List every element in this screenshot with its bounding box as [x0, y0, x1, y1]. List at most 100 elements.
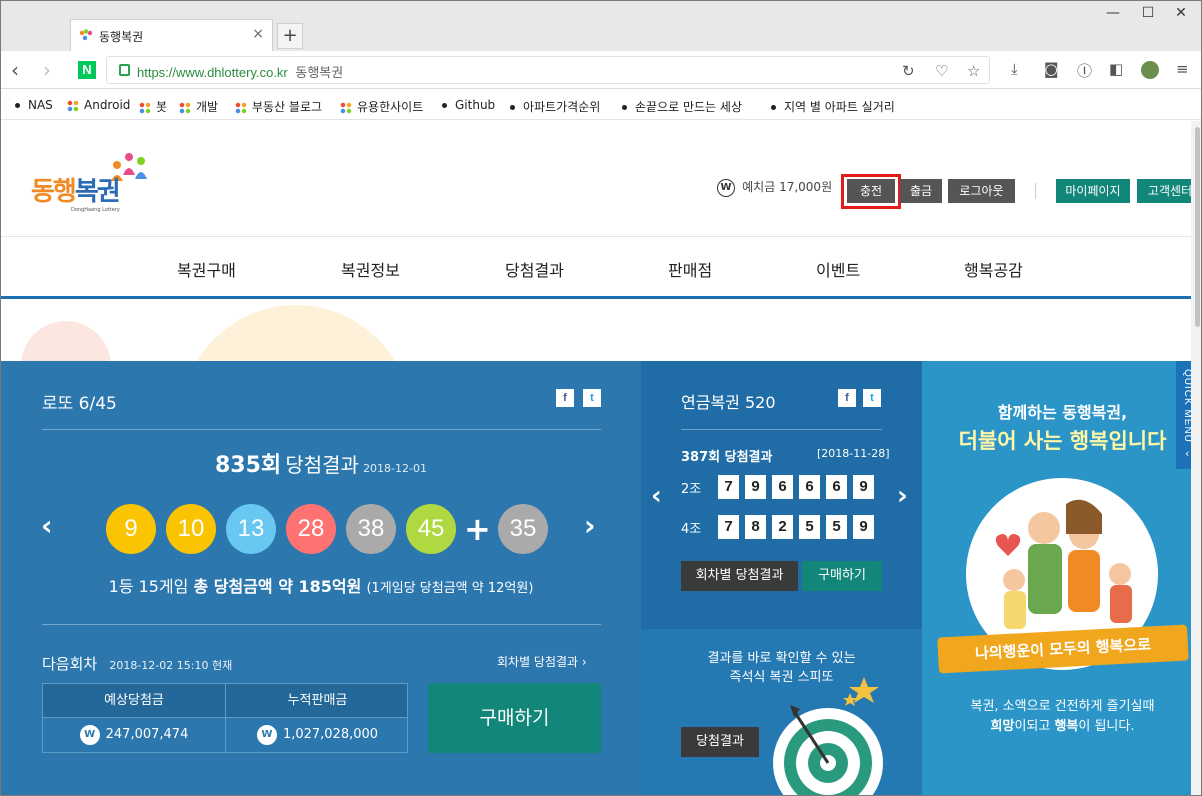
- bullet-icon: [622, 105, 627, 110]
- profile-avatar[interactable]: [1141, 61, 1159, 79]
- lotto-buy-button[interactable]: 구매하기: [428, 683, 601, 753]
- facebook-icon[interactable]: f: [556, 389, 574, 407]
- twitter-icon[interactable]: t: [583, 389, 601, 407]
- download-icon[interactable]: ⤓: [1011, 60, 1018, 78]
- bookmark-label: 손끝으로 만드는 세상: [635, 100, 742, 114]
- bookmark-item[interactable]: Android: [67, 98, 130, 112]
- logout-button[interactable]: 로그아웃: [948, 179, 1015, 203]
- bookmark-item[interactable]: 봇: [139, 98, 167, 115]
- highlight-box: [841, 174, 901, 209]
- happy-description: 복권, 소액으로 건전하게 즐기실때 희망이되고 행복이 됩니다.: [970, 699, 1155, 734]
- pocket-icon[interactable]: ♡: [935, 62, 948, 80]
- lotto-ball: 9: [106, 504, 156, 554]
- prev-pension-icon[interactable]: ‹: [651, 481, 662, 511]
- lotto-ball: 13: [226, 504, 276, 554]
- pension-digit: 6: [799, 475, 820, 499]
- bookmark-item[interactable]: 개발: [179, 98, 218, 115]
- nav-item-info[interactable]: 복권정보: [341, 257, 400, 281]
- scrollbar[interactable]: [1191, 121, 1201, 795]
- happy-line2: 더불어 사는 행복입니다: [958, 429, 1167, 453]
- pension-digit: 9: [853, 515, 874, 539]
- prize-table-header: 예상당첨금 누적판매금: [42, 683, 408, 718]
- bookmark-label: NAS: [28, 98, 53, 112]
- bookmark-item[interactable]: 부동산 블로그: [235, 98, 322, 115]
- nav-item-results[interactable]: 당첨결과: [505, 257, 564, 281]
- divider: [42, 429, 601, 430]
- expected-prize-label: 예상당첨금: [43, 684, 226, 718]
- chevron-left-icon: ‹: [1185, 447, 1190, 460]
- lotto-ball: 38: [346, 504, 396, 554]
- bookmark-item[interactable]: 유용한사이트: [340, 98, 423, 115]
- title-bar: 동행복권 × + — ☐ ✕: [1, 1, 1201, 52]
- pension-digit: 7: [718, 515, 739, 539]
- reload-icon[interactable]: ↻: [902, 62, 915, 80]
- next-round-info: 다음회차 2018-12-02 15:10 현재: [42, 655, 233, 673]
- menu-icon[interactable]: ≡: [1176, 60, 1189, 78]
- divider: [681, 429, 882, 430]
- bookmark-item[interactable]: NAS: [15, 98, 53, 112]
- url-bar[interactable]: https://www.dhlottery.co.kr 동행복권 ↻ ♡ ☆: [106, 56, 990, 84]
- prev-round-icon[interactable]: ‹: [41, 509, 53, 542]
- forward-icon[interactable]: ›: [43, 58, 51, 82]
- nav-item-stores[interactable]: 판매점: [668, 257, 712, 281]
- divider: [1035, 183, 1036, 199]
- pension-panel: 연금복권 520 f t 387회 당첨결과 [2018-11-28] ‹ › …: [641, 361, 922, 629]
- capture-icon[interactable]: ◙: [1044, 60, 1059, 78]
- prize-table-values: W 247,007,474 W 1,027,028,000: [42, 718, 408, 753]
- mypage-button[interactable]: 마이페이지: [1056, 179, 1130, 203]
- lotto-ball: 45: [406, 504, 456, 554]
- back-icon[interactable]: ‹: [11, 58, 19, 82]
- balance-display: W 예치금 17,000원: [717, 178, 832, 202]
- bookmark-star-icon[interactable]: ☆: [967, 62, 980, 80]
- won-coin-icon: W: [79, 724, 100, 745]
- url-text: https://www.dhlottery.co.kr: [137, 65, 288, 80]
- bookmark-label: 개발: [196, 100, 219, 114]
- bookmark-label: 부동산 블로그: [252, 100, 323, 114]
- minimize-icon[interactable]: —: [1103, 5, 1123, 25]
- bookmark-item[interactable]: 지역 별 아파트 실거리: [771, 98, 895, 115]
- nav-item-buy[interactable]: 복권구매: [177, 257, 236, 281]
- next-round-icon[interactable]: ›: [584, 509, 596, 542]
- pension-digit: 6: [826, 475, 847, 499]
- logo-subtitle: DongHaeng Lottery: [71, 207, 120, 213]
- speetto-result-button[interactable]: 당첨결과: [681, 727, 759, 757]
- lotto-panel: 로또 6/45 f t 835회 당첨결과 2018-12-01 ‹ 9 10 13…: [1, 361, 641, 795]
- facebook-icon[interactable]: f: [838, 389, 856, 407]
- browser-window: 동행복권 × + — ☐ ✕ ‹ › N https://www.dhlotte…: [0, 0, 1202, 796]
- nav-item-events[interactable]: 이벤트: [816, 257, 860, 281]
- pension-group-label: 2조: [681, 482, 702, 497]
- reader-icon[interactable]: Ⓘ: [1077, 60, 1092, 81]
- bookmark-label: 봇: [156, 100, 168, 114]
- pension-digit: 5: [826, 515, 847, 539]
- close-window-icon[interactable]: ✕: [1171, 5, 1191, 25]
- bullet-icon: [15, 103, 20, 108]
- lotto-ball: 10: [166, 504, 216, 554]
- new-tab-button[interactable]: +: [277, 23, 303, 49]
- divider: [42, 624, 601, 625]
- twitter-icon[interactable]: t: [863, 389, 881, 407]
- browser-tab[interactable]: 동행복권 ×: [70, 19, 273, 52]
- lotto-summary: 1등 15게임 총 당첨금액 약 185억원 (1게임당 당첨금액 약 12억원…: [108, 577, 534, 596]
- site-logo[interactable]: 동행복권 DongHaeng Lottery: [31, 151, 161, 213]
- pension-digit: 7: [718, 475, 739, 499]
- next-pension-icon[interactable]: ›: [897, 481, 908, 511]
- close-tab-icon[interactable]: ×: [252, 26, 264, 42]
- sidebar-icon[interactable]: ◧: [1109, 60, 1123, 78]
- pension-buy-button[interactable]: 구매하기: [802, 561, 882, 591]
- pension-digit: 9: [853, 475, 874, 499]
- pension-digit: 9: [745, 475, 766, 499]
- cumulative-sales-value: W 1,027,028,000: [226, 718, 409, 752]
- bookmark-item[interactable]: Github: [442, 98, 495, 112]
- bookmark-item[interactable]: 아파트가격순위: [510, 98, 600, 115]
- bookmark-item[interactable]: 손끝으로 만드는 세상: [622, 98, 742, 115]
- folder-icon: [235, 101, 247, 114]
- withdraw-button[interactable]: 출금: [900, 179, 942, 203]
- history-link[interactable]: 회차별 당첨결과 ›: [497, 653, 587, 670]
- naver-home-icon[interactable]: N: [78, 61, 96, 79]
- scrollbar-thumb[interactable]: [1195, 127, 1200, 327]
- nav-item-happiness[interactable]: 행복공감: [964, 257, 1023, 281]
- maximize-icon[interactable]: ☐: [1138, 5, 1158, 25]
- lock-icon: [119, 64, 130, 76]
- lotto-title: 로또 6/45: [42, 394, 117, 414]
- pension-history-button[interactable]: 회차별 당첨결과: [681, 561, 798, 591]
